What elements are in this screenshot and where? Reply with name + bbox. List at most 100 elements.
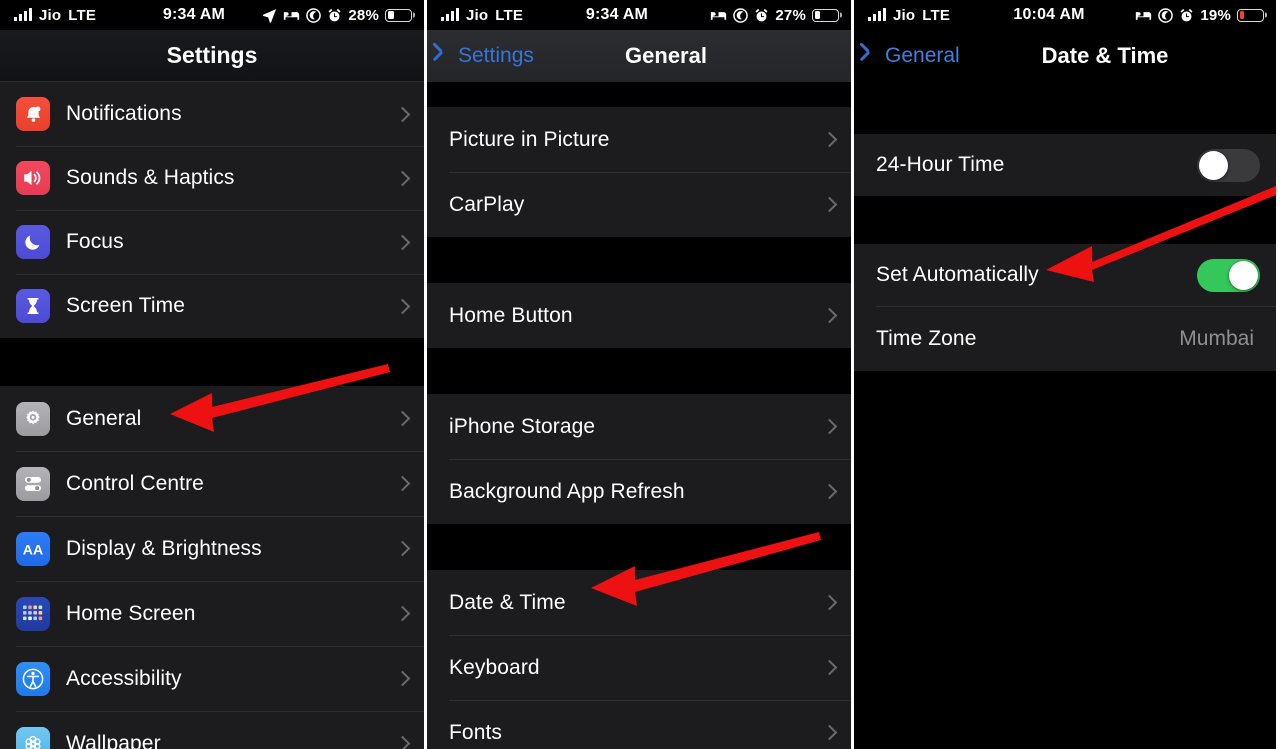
moon-crescent-icon [733,7,749,23]
time-zone-value: Mumbai [1179,326,1254,350]
cellular-signal-icon [441,8,459,21]
datetime-row-set-automatically[interactable]: Set Automatically [854,244,1276,306]
alarm-clock-icon [1179,8,1194,23]
chevron-right-icon [394,605,411,622]
settings-row-general[interactable]: General [0,386,424,451]
datetime-group-separator [854,196,1276,244]
status-bar-left: Jio LTE [441,7,523,24]
general-row-home-button[interactable]: Home Button [427,283,851,348]
settings-group-1: Notifications Sounds & Haptics Focus Scr… [0,82,424,338]
cellular-signal-icon [868,8,886,21]
general-group-separator [427,524,851,570]
datetime-row-24-hour-time[interactable]: 24-Hour Time [854,134,1276,196]
back-button[interactable]: Settings [439,44,534,68]
settings-group-2: General Control Centre AA Display & Brig… [0,386,424,749]
bed-icon [283,9,300,22]
settings-row-sounds-haptics[interactable]: Sounds & Haptics [0,146,424,210]
battery-icon [812,8,839,22]
datetime-row-label: Set Automatically [876,263,1039,286]
datetime-group-1: 24-Hour Time [854,134,1276,196]
alarm-clock-icon [754,8,769,23]
settings-row-home-screen[interactable]: Home Screen [0,581,424,646]
status-bar: Jio LTE 9:34 AM 28% [0,0,424,30]
status-bar: Jio LTE 10:04 AM 19% [854,0,1276,30]
chevron-right-icon [394,106,411,122]
datetime-row-time-zone[interactable]: Time Zone Mumbai [854,306,1276,371]
toggle-set-automatically[interactable] [1197,258,1260,292]
chevron-right-icon [394,540,411,557]
chevron-right-icon [821,724,838,741]
speaker-volume-icon [16,161,50,195]
settings-row-focus[interactable]: Focus [0,210,424,274]
svg-text:AA: AA [23,541,43,557]
settings-row-display-brightness[interactable]: AA Display & Brightness [0,516,424,581]
settings-row-label: Display & Brightness [66,536,262,560]
settings-row-accessibility[interactable]: Accessibility [0,646,424,711]
network-type-label: LTE [68,6,97,24]
status-bar: Jio LTE 9:34 AM 27% [427,0,851,30]
general-row-carplay[interactable]: CarPlay [427,172,851,237]
general-row-label: CarPlay [449,192,525,216]
datetime-row-label: Time Zone [876,326,977,350]
notifications-bell-icon [16,97,50,131]
settings-row-screen-time[interactable]: Screen Time [0,274,424,338]
status-bar-right: 28% [262,7,412,24]
gear-icon [16,401,50,436]
general-group-separator [427,237,851,283]
settings-row-label: Home Screen [66,601,196,625]
toggle-24-hour-time[interactable] [1197,148,1260,182]
panel-date-and-time: Jio LTE 10:04 AM 19% General Date & Time… [854,0,1276,749]
chevron-right-icon [394,410,411,427]
datetime-group-2: Set Automatically Time Zone Mumbai [854,244,1276,371]
general-row-label: Picture in Picture [449,127,610,151]
settings-row-control-centre[interactable]: Control Centre [0,451,424,516]
battery-percent-label: 27% [775,6,806,24]
settings-row-label: Screen Time [66,294,185,317]
general-row-fonts[interactable]: Fonts [427,700,851,749]
list-top-inset [854,82,1276,134]
settings-row-label: Focus [66,230,124,253]
general-group-1: Picture in Picture CarPlay [427,107,851,237]
nav-bar: General Date & Time [854,30,1276,82]
back-button[interactable]: General [866,44,960,68]
hourglass-icon [16,289,50,323]
panel-general: Jio LTE 9:34 AM 27% Settings General Pic… [427,0,851,749]
general-row-label: Date & Time [449,590,566,614]
location-arrow-icon [262,8,277,23]
general-row-keyboard[interactable]: Keyboard [427,635,851,700]
battery-icon-low [1237,8,1264,22]
general-row-label: Fonts [449,720,503,744]
settings-row-label: Wallpaper [66,731,161,749]
general-row-date-and-time[interactable]: Date & Time [427,570,851,635]
general-row-label: Home Button [449,303,573,327]
chevron-left-icon [866,45,879,67]
cellular-signal-icon [14,8,32,21]
general-row-label: iPhone Storage [449,414,596,438]
battery-icon [385,8,412,22]
battery-percent-label: 28% [348,6,379,24]
general-row-background-app-refresh[interactable]: Background App Refresh [427,459,851,524]
status-bar-right: 19% [1135,7,1264,24]
chevron-right-icon [821,483,838,500]
carrier-label: Jio [893,6,916,24]
back-button-label: General [885,44,960,67]
status-bar-left: Jio LTE [868,7,950,24]
general-row-label: Keyboard [449,655,540,679]
chevron-right-icon [394,670,411,687]
chevron-right-icon [821,418,838,435]
alarm-clock-icon [327,8,342,23]
focus-moon-icon [16,225,50,259]
network-type-label: LTE [922,6,951,24]
nav-bar: Settings [0,30,424,82]
settings-row-wallpaper[interactable]: Wallpaper [0,711,424,749]
general-group-2: Home Button [427,283,851,348]
settings-row-label: General [66,406,142,430]
datetime-row-label: 24-Hour Time [876,153,1005,176]
settings-row-notifications[interactable]: Notifications [0,82,424,146]
general-row-iphone-storage[interactable]: iPhone Storage [427,394,851,459]
carrier-label: Jio [466,6,489,24]
chevron-right-icon [821,307,838,324]
page-title: Settings [166,42,258,68]
general-row-picture-in-picture[interactable]: Picture in Picture [427,107,851,172]
chevron-right-icon [821,594,838,611]
